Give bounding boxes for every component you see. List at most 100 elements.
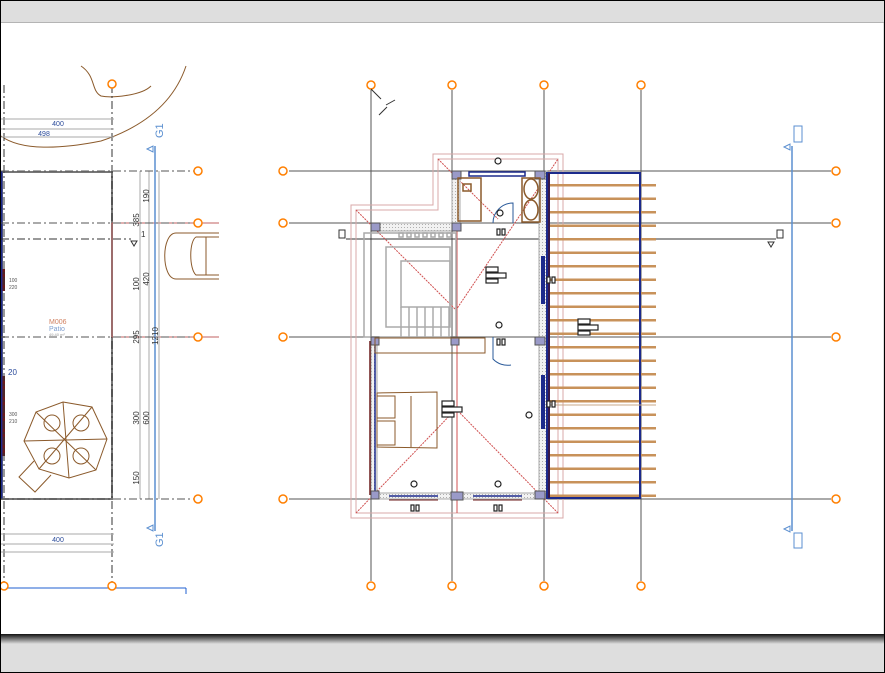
window-tag [501, 228, 506, 236]
grid-bubble-icon[interactable] [193, 494, 203, 504]
opening-label: 220 [9, 285, 18, 291]
room-tag [577, 330, 591, 336]
window-tag [546, 276, 551, 284]
window-tag [415, 504, 420, 512]
room-area: 49.40 m² [49, 332, 65, 337]
window-tag [493, 504, 498, 512]
grid-bubble-icon[interactable] [447, 80, 457, 90]
grid-bubble-icon[interactable] [831, 218, 841, 228]
grid-bubble-icon[interactable] [539, 80, 549, 90]
patio-table-icon [18, 401, 108, 493]
grid-bubble-icon[interactable] [193, 332, 203, 342]
grid-bubble-icon[interactable] [1, 581, 9, 591]
room-tag [441, 400, 455, 407]
stair-baluster [430, 232, 436, 238]
stair-baluster [446, 232, 452, 238]
bed-icon [374, 337, 486, 449]
window-tag [496, 228, 501, 236]
grid-bubble-icon[interactable] [107, 581, 117, 591]
dim-text: 400 [52, 121, 64, 128]
snap-marker [370, 88, 396, 116]
window-tag [551, 276, 556, 284]
level-marker-icon [130, 240, 138, 247]
room-tag [485, 266, 499, 273]
grid-bubble-icon[interactable] [366, 80, 376, 90]
section-arrow-icon [782, 525, 791, 533]
stair-baluster [398, 232, 404, 238]
grid-bubble-icon[interactable] [831, 332, 841, 342]
window-tag [498, 504, 503, 512]
section-marker [793, 125, 803, 143]
grid-bubble-icon[interactable] [539, 581, 549, 591]
window-tag [496, 338, 501, 346]
opening-label: 210 [9, 419, 18, 425]
stair-baluster [406, 232, 412, 238]
opening-label: 300 [9, 412, 18, 418]
light-fixture-icon [525, 411, 533, 419]
room-tag [485, 272, 507, 279]
tree-outline [80, 65, 152, 98]
stair-baluster [422, 232, 428, 238]
floor-plan[interactable]: 400 498 400 190 385 1 100 420 295 1210 3… [1, 23, 883, 634]
section-arrow-icon [782, 143, 791, 151]
section-marker [776, 229, 784, 239]
staircase [363, 232, 457, 338]
room-tag [577, 318, 591, 325]
section-marker [338, 229, 346, 239]
dim-text: 100 [132, 277, 141, 291]
dim-text: 300 [132, 411, 141, 425]
room-code: M006 [49, 319, 67, 326]
room-tag [485, 278, 499, 284]
light-fixture-icon [496, 209, 504, 217]
grid-bubble-icon[interactable] [193, 218, 203, 228]
cad-window: 400 498 400 190 385 1 100 420 295 1210 3… [1, 1, 884, 672]
dim-text: 385 [132, 213, 141, 227]
opening-label: 100 [9, 278, 18, 284]
window-tag [551, 400, 556, 408]
canvas-shadow [1, 634, 884, 644]
grid-bubble-icon[interactable] [278, 166, 288, 176]
grid-bubble-icon[interactable] [107, 79, 117, 89]
grid-bubble-icon[interactable] [278, 332, 288, 342]
level-marker-icon [767, 241, 775, 248]
grid-bubble-icon[interactable] [447, 581, 457, 591]
dim-text: 400 [52, 537, 64, 544]
status-bar [1, 644, 884, 672]
grid-bubble-icon[interactable] [636, 581, 646, 591]
grid-bubble-icon[interactable] [278, 494, 288, 504]
window-tag [501, 338, 506, 346]
section-label: G1 [154, 532, 166, 547]
window-tag [546, 400, 551, 408]
light-fixture-icon [494, 157, 502, 165]
section-arrow-icon [145, 524, 154, 532]
section-label: G1 [154, 123, 166, 138]
room-tag [577, 324, 599, 331]
grid-bubble-icon[interactable] [831, 166, 841, 176]
stair-baluster [414, 232, 420, 238]
grid-bubble-icon[interactable] [366, 581, 376, 591]
top-toolbar [1, 1, 884, 23]
light-fixture-icon [495, 321, 503, 329]
grid-bubble-icon[interactable] [278, 218, 288, 228]
dim-text: 498 [38, 131, 50, 138]
room-tag [441, 406, 463, 413]
dim-text: 420 [142, 272, 151, 286]
section-marker [793, 532, 803, 549]
section-arrow-icon [145, 145, 154, 153]
drawing-canvas[interactable]: 400 498 400 190 385 1 100 420 295 1210 3… [1, 23, 883, 634]
dim-text: 190 [142, 189, 151, 203]
patio-area [1, 65, 219, 594]
room-tag [441, 412, 455, 418]
car-icon [164, 232, 219, 280]
opening-label: 20 [8, 368, 17, 377]
grid-bubble-icon[interactable] [193, 166, 203, 176]
grid-bubble-icon[interactable] [636, 80, 646, 90]
stair-baluster [438, 232, 444, 238]
light-fixture-icon [410, 480, 418, 488]
dim-text: 150 [132, 471, 141, 485]
dim-text: 1210 [151, 327, 160, 345]
grid-bubble-icon[interactable] [831, 494, 841, 504]
light-fixture-icon [494, 480, 502, 488]
dim-text: 1 [141, 230, 146, 239]
window-tag [410, 504, 415, 512]
